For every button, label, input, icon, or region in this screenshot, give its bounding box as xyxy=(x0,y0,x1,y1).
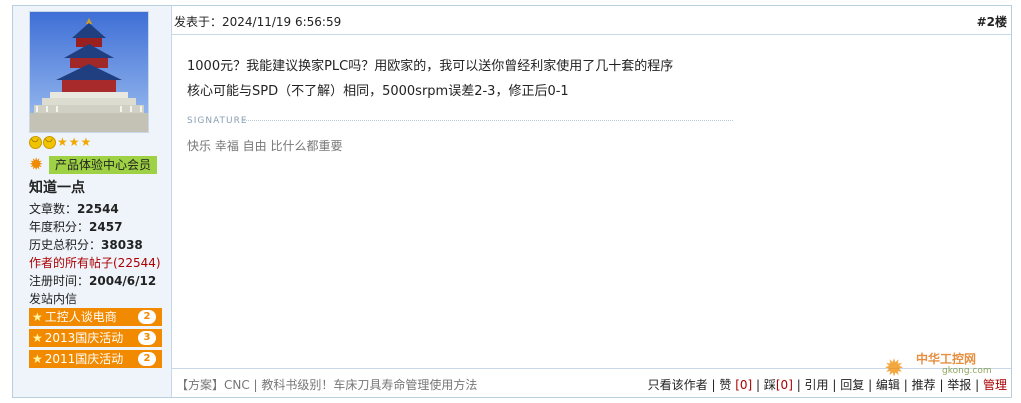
separator: | xyxy=(828,378,841,392)
user-group: ✹ 产品体验中心会员 xyxy=(29,155,158,175)
smiley-icon xyxy=(29,134,42,149)
dislike-label: 踩 xyxy=(763,378,776,392)
quote-button[interactable]: 引用 xyxy=(805,378,829,392)
stat-value: 2457 xyxy=(89,220,123,234)
medal-label: 2011国庆活动 xyxy=(44,352,124,366)
medal-badge[interactable]: ★ 2013国庆活动 3 xyxy=(29,329,162,347)
star-icon: ★ xyxy=(32,331,43,345)
post-container: ★ ★ ★ ✹ 产品体验中心会员 知道一点 文章数：22544 年度积分：245… xyxy=(12,5,1012,398)
star-icon: ★ xyxy=(32,310,43,324)
post-header: 发表于：2024/11/19 6:56:59 #2楼 xyxy=(172,6,1011,35)
stat-label: 历史总积分： xyxy=(29,238,102,252)
temple-of-heaven-image xyxy=(30,12,148,132)
like-count: [0] xyxy=(735,378,753,392)
medal-count: 2 xyxy=(138,352,156,366)
medal-count: 2 xyxy=(138,310,156,324)
post-line: 1000元？我能建议换家PLC吗？用欧家的，我可以送你曾经利家使用了几十套的程序 xyxy=(187,59,674,74)
star-icon: ★ xyxy=(68,135,80,149)
stat-value: 2004/6/12 xyxy=(89,274,157,288)
stat-label: 文章数： xyxy=(29,202,78,216)
floor-number[interactable]: #2楼 xyxy=(977,13,1007,30)
separator: | xyxy=(864,378,876,392)
post-body: 1000元？我能建议换家PLC吗？用欧家的，我可以送你曾经利家使用了几十套的程序… xyxy=(187,54,673,104)
reply-button[interactable]: 回复 xyxy=(840,378,864,392)
site-watermark: ✹ 中华工控网 gkong.com xyxy=(884,348,1014,398)
stat-total-points: 历史总积分：38038 xyxy=(29,236,143,253)
avatar[interactable] xyxy=(29,11,149,133)
dislike-button[interactable]: 踩[0] xyxy=(764,378,793,392)
stat-label: 年度积分： xyxy=(29,220,90,234)
signature-divider xyxy=(243,120,733,121)
post-time: 发表于：2024/11/19 6:56:59 xyxy=(174,15,342,29)
watermark-title: 中华工控网 xyxy=(916,352,977,366)
medal-label: 2013国庆活动 xyxy=(44,331,124,345)
post-line: 核心可能与SPD（不了解）相同，5000srpm误差2-3，修正后0-1 xyxy=(187,84,569,99)
stat-label: 注册时间： xyxy=(29,274,90,288)
like-label: 赞 xyxy=(719,378,732,392)
dislike-count: [0] xyxy=(775,378,793,392)
stat-value: 38038 xyxy=(101,238,143,252)
related-article-link[interactable]: 【方案】CNC | 教科书级别！车床刀具寿命管理使用方法 xyxy=(176,376,477,393)
stat-value: 22544 xyxy=(77,202,119,216)
smiley-icon xyxy=(43,134,56,149)
send-message-link[interactable]: 发站内信 xyxy=(29,290,77,307)
gear-logo-icon: ✹ xyxy=(884,354,905,382)
signature-text: 快乐 幸福 自由 比什么都重要 xyxy=(187,139,343,153)
medal-badge[interactable]: ★ 2011国庆活动 2 xyxy=(29,350,162,368)
star-icon: ★ xyxy=(32,352,43,366)
signature-label: SIGNATURE xyxy=(187,116,248,126)
author-sidebar: ★ ★ ★ ✹ 产品体验中心会员 知道一点 文章数：22544 年度积分：245… xyxy=(13,6,172,397)
stat-register-date: 注册时间：2004/6/12 xyxy=(29,272,156,289)
author-name[interactable]: 知道一点 xyxy=(29,177,85,197)
gear-icon: ✹ xyxy=(29,155,44,175)
separator: | xyxy=(792,378,805,392)
group-badge: 产品体验中心会员 xyxy=(49,156,158,174)
watermark-domain: gkong.com xyxy=(942,366,992,376)
medal-label: 工控人谈电商 xyxy=(44,310,117,324)
like-button[interactable]: 赞 [0] xyxy=(719,378,752,392)
star-icon: ★ xyxy=(57,135,68,149)
separator: | xyxy=(752,378,764,392)
stat-posts: 文章数：22544 xyxy=(29,200,119,217)
medal-badge[interactable]: ★ 工控人谈电商 2 xyxy=(29,308,162,326)
separator: | xyxy=(707,378,720,392)
medal-count: 3 xyxy=(138,331,156,345)
only-author-link[interactable]: 只看该作者 xyxy=(648,378,708,392)
star-icon: ★ xyxy=(80,135,92,149)
rank-icons: ★ ★ ★ xyxy=(29,134,92,149)
stat-year-points: 年度积分：2457 xyxy=(29,218,122,235)
author-all-posts-link[interactable]: 作者的所有帖子(22544) xyxy=(29,254,161,271)
